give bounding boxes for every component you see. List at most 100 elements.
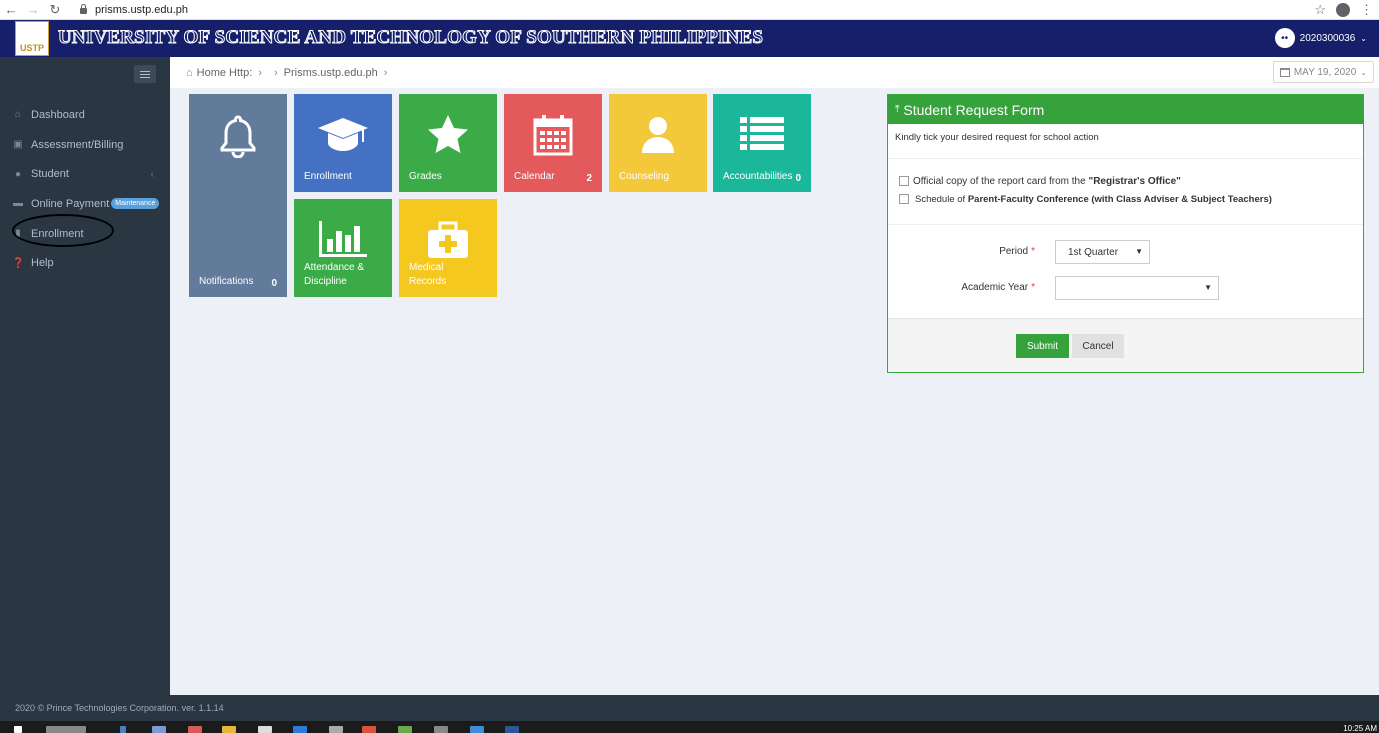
breadcrumb-separator: ›	[383, 66, 388, 79]
chevron-down-icon: ⌄	[1360, 67, 1367, 77]
card-icon: ▬	[13, 198, 23, 210]
sidebar-item-label: Help	[31, 257, 54, 270]
browser-toolbar: ← → ↻ prisms.ustp.edu.ph ☆ ⋮	[0, 0, 1379, 20]
sidebar-item-assessment-billing[interactable]: ▣ Assessment/Billing	[0, 130, 170, 160]
sidebar-item-online-payment[interactable]: ▬ Online Payment Maintenance	[0, 189, 170, 219]
user-menu[interactable]: •• 2020300036 ⌄	[1274, 28, 1367, 48]
option-label: Schedule of	[915, 193, 968, 205]
maintenance-badge: Maintenance	[111, 198, 160, 210]
app-icon[interactable]	[398, 726, 412, 733]
sidebar-item-label: Online Payment	[31, 197, 110, 210]
tile-grades[interactable]: Grades	[399, 94, 497, 192]
ustp-logo[interactable]: USTP	[15, 21, 49, 56]
tile-count: 0	[271, 278, 277, 289]
sidebar-item-label: Dashboard	[31, 108, 85, 121]
annotation-ellipse	[12, 214, 114, 247]
tile-count: 2	[586, 173, 592, 184]
academic-year-select[interactable]: ▼	[1055, 276, 1219, 300]
required-mark: *	[1031, 246, 1035, 257]
dropdown-caret-icon: ▼	[1135, 247, 1143, 256]
app-icon[interactable]	[329, 726, 343, 733]
star-icon[interactable]: ☆	[1314, 2, 1326, 18]
pin-icon: ⤒	[895, 104, 900, 115]
sidebar-item-label: Student	[31, 168, 69, 181]
dropdown-caret-icon: ▼	[1204, 283, 1212, 292]
form-title: Student Request Form	[903, 101, 1045, 118]
bell-icon	[189, 114, 287, 158]
home-icon: ⌂	[186, 66, 193, 79]
graduation-cap-icon	[294, 116, 392, 154]
report-card-checkbox[interactable]	[899, 176, 909, 186]
breadcrumb-separator: ›	[273, 66, 278, 79]
sidebar-item-label: Assessment/Billing	[31, 138, 124, 151]
list-icon	[713, 117, 811, 151]
profile-icon[interactable]	[1336, 3, 1350, 17]
hamburger-menu-icon[interactable]	[134, 65, 156, 83]
form-description: Kindly tick your desired request for sch…	[888, 124, 1363, 159]
submit-button[interactable]: Submit	[1016, 334, 1069, 358]
period-value: 1st Quarter	[1068, 246, 1119, 258]
app-icon[interactable]	[258, 726, 272, 733]
university-title: UNIVERSITY OF SCIENCE AND TECHNOLOGY OF …	[57, 27, 764, 49]
home-icon: ⌂	[14, 109, 22, 121]
medical-kit-icon	[399, 221, 497, 259]
lock-icon	[80, 4, 87, 14]
tile-label-line: Attendance &	[304, 262, 365, 273]
app-icon[interactable]	[188, 726, 202, 733]
forward-icon[interactable]: →	[22, 0, 44, 20]
search-icon[interactable]	[46, 726, 86, 733]
option-report-card[interactable]: Official copy of the report card from th…	[888, 172, 1363, 190]
tile-calendar[interactable]: Calendar 2	[504, 94, 602, 192]
os-taskbar: 10:25 AM	[0, 721, 1379, 733]
word-icon[interactable]	[505, 726, 519, 733]
sidebar-item-help[interactable]: ❓ Help	[0, 248, 170, 278]
tile-attendance-discipline[interactable]: Attendance & Discipline	[294, 199, 392, 297]
period-label: Period *	[999, 246, 1035, 257]
site-header: USTP UNIVERSITY OF SCIENCE AND TECHNOLOG…	[0, 20, 1379, 57]
period-select[interactable]: 1st Quarter ▼	[1055, 240, 1150, 264]
breadcrumb-home[interactable]: Home Http:	[197, 67, 253, 79]
option-label-bold: Parent-Faculty Conference (with Class Ad…	[967, 193, 1272, 205]
tile-counseling[interactable]: Counseling	[609, 94, 707, 192]
tile-enrollment[interactable]: Enrollment	[294, 94, 392, 192]
menu-dots-icon[interactable]: ⋮	[1360, 2, 1373, 18]
logo-text: USTP	[19, 43, 44, 53]
bar-chart-icon	[294, 221, 392, 257]
money-icon: ▣	[13, 139, 23, 151]
breadcrumb-site[interactable]: Prisms.ustp.edu.ph	[284, 67, 378, 79]
reload-icon[interactable]: ↻	[44, 0, 66, 20]
main-content: ⌂ Home Http: › › Prisms.ustp.edu.ph › MA…	[170, 57, 1379, 695]
tile-label: Notifications	[199, 276, 254, 287]
tile-count: 0	[795, 173, 801, 184]
windows-start-icon[interactable]	[14, 726, 22, 733]
academic-year-label: Academic Year *	[961, 282, 1035, 293]
tile-accountabilities[interactable]: Accountabilities 0	[713, 94, 811, 192]
cancel-button[interactable]: Cancel	[1072, 334, 1124, 358]
sidebar-item-dashboard[interactable]: ⌂ Dashboard	[0, 100, 170, 130]
url-text: prisms.ustp.edu.ph	[95, 4, 188, 16]
academic-year-row: Academic Year * ▼	[888, 276, 1365, 300]
back-icon[interactable]: ←	[0, 0, 22, 20]
folder-icon[interactable]	[222, 726, 236, 733]
star-icon	[399, 114, 497, 154]
chevron-down-icon: ⌄	[1360, 33, 1367, 43]
app-icon[interactable]	[152, 726, 166, 733]
date-picker[interactable]: MAY 19, 2020 ⌄	[1272, 61, 1374, 83]
tile-label: Counseling	[619, 171, 670, 182]
tile-label: Accountabilities	[723, 171, 793, 182]
address-bar[interactable]: prisms.ustp.edu.ph	[80, 0, 188, 20]
option-parent-faculty-conference[interactable]: Schedule of Parent-Faculty Conference (w…	[888, 190, 1363, 208]
tile-label-line: Medical	[409, 262, 444, 273]
app-icon[interactable]	[434, 726, 448, 733]
avatar: ••	[1274, 28, 1295, 48]
sidebar-item-student[interactable]: ● Student ‹	[0, 159, 170, 189]
task-view-icon[interactable]	[120, 726, 126, 733]
tile-notifications[interactable]: Notifications 0	[189, 94, 287, 297]
app-icon[interactable]	[470, 726, 484, 733]
edge-icon[interactable]	[293, 726, 307, 733]
option-label-bold: "Registrar's Office"	[1088, 175, 1181, 187]
tile-medical-records[interactable]: Medical Records	[399, 199, 497, 297]
tile-label-line: Records	[409, 276, 447, 287]
conference-checkbox[interactable]	[899, 194, 909, 204]
chrome-icon[interactable]	[362, 726, 376, 733]
